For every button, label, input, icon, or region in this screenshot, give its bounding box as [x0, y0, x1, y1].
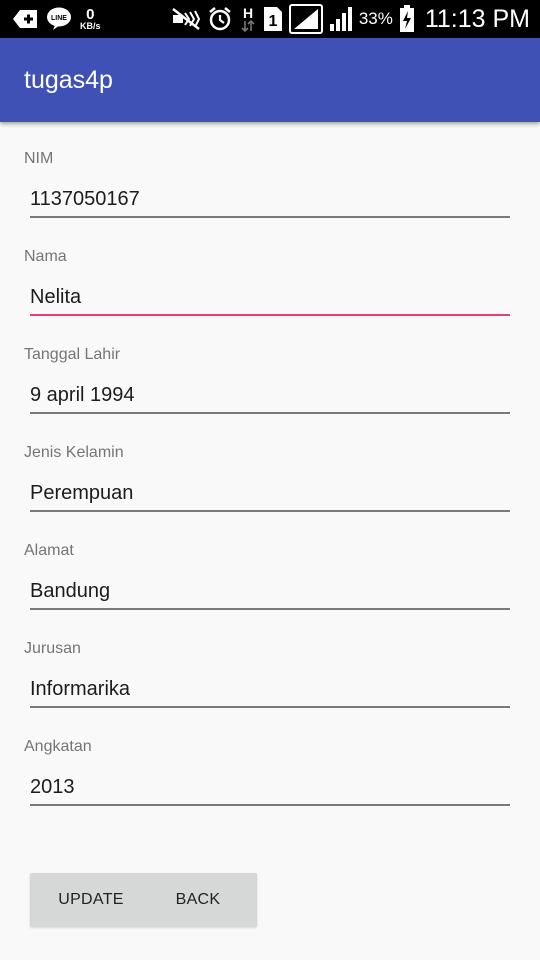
field-label-nim: NIM	[24, 150, 54, 167]
h-network-icon: H	[239, 5, 257, 33]
field-label-tanggal-lahir: Tanggal Lahir	[24, 346, 121, 363]
field-nama: Nama Nelita	[24, 220, 510, 318]
field-label-jurusan: Jurusan	[24, 640, 81, 657]
tanggal-lahir-input[interactable]: 9 april 1994	[30, 382, 510, 414]
signal-icon	[288, 4, 323, 34]
field-label-nama: Nama	[24, 248, 67, 265]
field-tanggal-lahir: Tanggal Lahir 9 april 1994	[24, 318, 510, 416]
back-button[interactable]: BACK	[152, 873, 244, 927]
svg-text:LINE: LINE	[51, 15, 67, 22]
angkatan-input[interactable]: 2013	[30, 774, 510, 806]
nama-input[interactable]: Nelita	[30, 284, 510, 316]
field-label-jenis-kelamin: Jenis Kelamin	[24, 444, 124, 461]
h-network-label: H	[243, 5, 253, 21]
jenis-kelamin-input[interactable]: Perempuan	[30, 480, 510, 512]
alarm-icon	[207, 6, 233, 32]
network-speed-value: 0	[86, 6, 95, 23]
field-label-alamat: Alamat	[24, 542, 74, 559]
battery-percent: 33%	[358, 9, 393, 28]
alamat-input[interactable]: Bandung	[30, 578, 510, 610]
sim-1-icon: 1	[263, 6, 283, 32]
network-speed: 0 KB/s	[80, 7, 101, 31]
nim-input[interactable]: 1137050167	[30, 186, 510, 218]
field-label-angkatan: Angkatan	[24, 738, 92, 755]
signal-icon-2	[329, 6, 353, 32]
sim-1-label: 1	[268, 13, 277, 30]
battery-charging-icon	[399, 5, 415, 33]
app-title: tugas4p	[24, 65, 113, 94]
button-bar: UPDATE BACK	[30, 873, 257, 927]
network-speed-unit: KB/s	[80, 21, 101, 31]
line-icon: LINE	[46, 7, 72, 31]
field-alamat: Alamat Bandung	[24, 514, 510, 612]
update-button[interactable]: UPDATE	[30, 873, 152, 927]
mute-icon	[171, 7, 201, 31]
field-angkatan: Angkatan 2013	[24, 710, 510, 808]
status-bar: LINE 0 KB/s H 1 33% 11:13 PM	[0, 0, 540, 38]
field-nim: NIM 1137050167	[24, 122, 510, 220]
app-bar: tugas4p	[0, 38, 540, 122]
add-icon	[12, 8, 38, 30]
field-jenis-kelamin: Jenis Kelamin Perempuan	[24, 416, 510, 514]
jurusan-input[interactable]: Informarika	[30, 676, 510, 708]
clock-time: 11:13 PM	[424, 4, 530, 33]
field-jurusan: Jurusan Informarika	[24, 612, 510, 710]
